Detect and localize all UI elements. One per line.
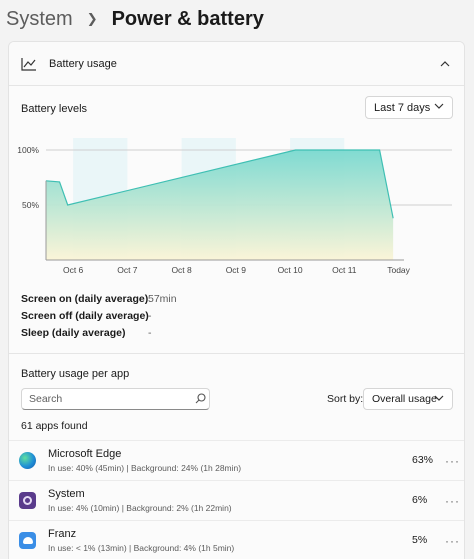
more-options-icon[interactable]: ··· <box>445 454 460 468</box>
stat-screen-off: Screen off (daily average) - <box>21 310 152 327</box>
stat-label: Sleep (daily average) <box>21 327 126 339</box>
stat-screen-on: Screen on (daily average) 57min <box>21 293 177 310</box>
usage-stats: Screen on (daily average) 57min Screen o… <box>21 293 177 344</box>
app-row-edge[interactable]: Microsoft Edge In use: 40% (45min) | Bac… <box>9 440 464 480</box>
edge-icon <box>19 452 36 469</box>
system-icon <box>19 492 36 509</box>
per-app-title: Battery usage per app <box>21 368 130 380</box>
chevron-down-icon <box>434 395 444 401</box>
x-tick-label: Oct 6 <box>63 265 84 275</box>
x-tick-label: Oct 8 <box>171 265 192 275</box>
app-row-franz[interactable]: Franz In use: < 1% (13min) | Background:… <box>9 520 464 559</box>
x-tick-label: Today <box>387 265 410 275</box>
collapse-button[interactable] <box>436 55 454 73</box>
page-title: Power & battery <box>111 7 264 30</box>
app-detail: In use: 40% (45min) | Background: 24% (1… <box>48 463 242 473</box>
apps-found-count: 61 apps found <box>21 420 88 432</box>
battery-levels-chart: Oct 6 Oct 7 Oct 8 Oct 9 Oct 10 Oct 11 Today 10… <box>17 138 452 275</box>
battery-levels-title: Battery levels <box>21 103 88 115</box>
more-options-icon[interactable]: ··· <box>445 494 460 508</box>
battery-usage-header[interactable]: Battery usage <box>9 42 464 86</box>
more-options-icon[interactable]: ··· <box>445 534 460 548</box>
chevron-up-icon <box>440 61 450 67</box>
x-tick-label: Oct 7 <box>117 265 138 275</box>
y-tick-label: 50% <box>22 200 39 210</box>
y-tick-label: 100% <box>17 145 39 155</box>
battery-usage-title: Battery usage <box>49 57 117 70</box>
app-detail: In use: 4% (10min) | Background: 2% (1h … <box>48 503 232 513</box>
search-icon <box>195 393 206 404</box>
app-name: Microsoft Edge <box>48 448 122 460</box>
stat-label: Screen off (daily average) <box>21 310 149 322</box>
app-percent: 6% <box>412 494 428 506</box>
chart-line-icon <box>21 57 36 71</box>
chevron-right-icon: ❯ <box>86 11 98 26</box>
app-name: Franz <box>48 528 77 540</box>
sort-label: Sort by: <box>327 393 364 405</box>
x-tick-label: Oct 10 <box>278 265 303 275</box>
sort-value: Overall usage <box>372 393 437 405</box>
stat-value: 57min <box>148 293 177 305</box>
breadcrumb: System ❯ Power & battery <box>6 4 264 34</box>
time-range-dropdown[interactable]: Last 7 days <box>365 96 453 119</box>
battery-usage-card: Battery usage Battery levels Last 7 days… <box>8 41 465 559</box>
x-tick-label: Oct 11 <box>332 265 357 275</box>
stat-value: - <box>148 327 152 339</box>
app-name: System <box>48 488 85 500</box>
time-range-value: Last 7 days <box>374 101 431 114</box>
app-percent: 63% <box>412 454 434 466</box>
stat-sleep: Sleep (daily average) - <box>21 327 152 344</box>
divider <box>9 353 464 354</box>
chevron-down-icon <box>434 103 444 109</box>
x-tick-label: Oct 9 <box>226 265 247 275</box>
franz-icon <box>19 532 36 549</box>
app-detail: In use: < 1% (13min) | Background: 4% (1… <box>48 543 235 553</box>
stat-label: Screen on (daily average) <box>21 293 149 305</box>
app-search-input[interactable] <box>21 388 210 410</box>
app-row-system[interactable]: System In use: 4% (10min) | Background: … <box>9 480 464 520</box>
sort-dropdown[interactable]: Overall usage <box>363 388 453 410</box>
breadcrumb-system[interactable]: System <box>6 8 73 31</box>
stat-value: - <box>148 310 152 322</box>
app-percent: 5% <box>412 534 428 546</box>
